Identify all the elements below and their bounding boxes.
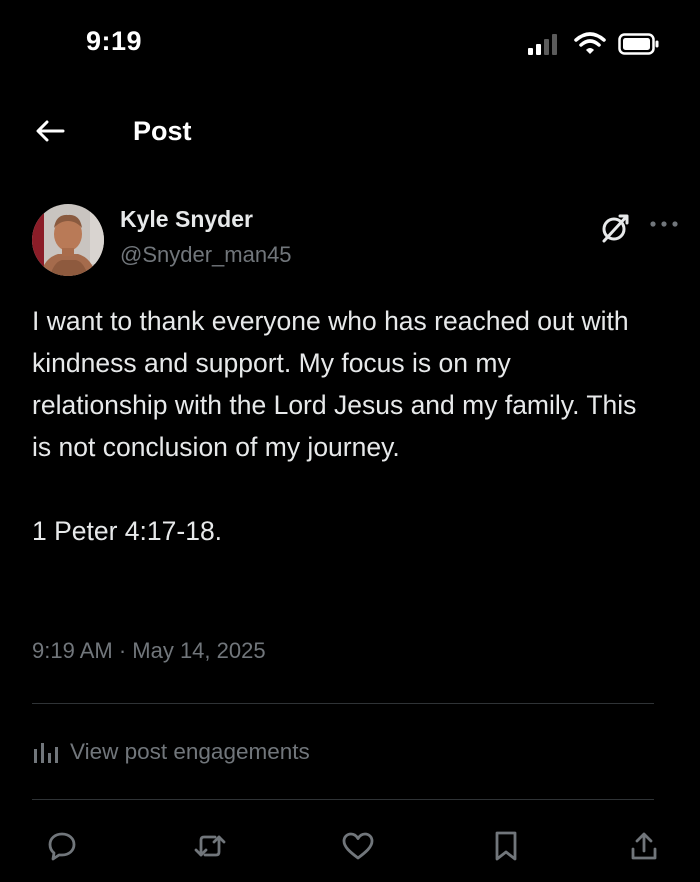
page-title: Post	[133, 116, 192, 146]
status-time: 9:19	[86, 26, 143, 56]
post-timestamp[interactable]: 9:19 AM · May 14, 2025	[32, 638, 266, 664]
grok-button[interactable]	[596, 210, 632, 246]
view-engagements-label: View post engagements	[70, 739, 310, 764]
more-options-button[interactable]	[646, 206, 682, 242]
post-paragraph: I want to thank everyone who has reached…	[32, 306, 637, 462]
status-bar: 9:19	[0, 0, 700, 90]
divider	[32, 799, 654, 800]
post-text: I want to thank everyone who has reached…	[32, 300, 652, 552]
avatar[interactable]	[32, 204, 104, 276]
nav-bar: Post	[0, 100, 700, 162]
reply-button[interactable]	[44, 828, 80, 864]
back-arrow-icon	[36, 120, 65, 142]
avatar-photo	[32, 204, 104, 276]
share-button[interactable]	[626, 828, 662, 864]
status-icons	[528, 32, 660, 56]
share-icon	[631, 832, 657, 860]
bookmark-icon	[495, 831, 517, 861]
post-paragraph: 1 Peter 4:17-18.	[32, 516, 223, 546]
more-dots-icon	[650, 221, 678, 227]
action-bar	[0, 820, 700, 870]
repost-icon	[194, 835, 226, 857]
battery-icon	[618, 33, 659, 55]
analytics-bars-icon	[34, 743, 58, 763]
bookmark-button[interactable]	[488, 828, 524, 864]
divider	[32, 703, 654, 704]
wifi-icon	[574, 32, 606, 54]
back-button[interactable]	[30, 114, 70, 148]
like-icon	[342, 832, 374, 860]
like-button[interactable]	[340, 828, 376, 864]
reply-icon	[48, 832, 76, 861]
author-name[interactable]: Kyle Snyder	[120, 206, 253, 233]
grok-icon	[602, 214, 629, 243]
cellular-signal-icon	[528, 34, 557, 55]
view-engagements-button[interactable]: View post engagements	[32, 734, 310, 770]
post-author: Kyle Snyder @Snyder_man45	[0, 196, 700, 282]
author-handle[interactable]: @Snyder_man45	[120, 242, 292, 268]
repost-button[interactable]	[192, 828, 228, 864]
